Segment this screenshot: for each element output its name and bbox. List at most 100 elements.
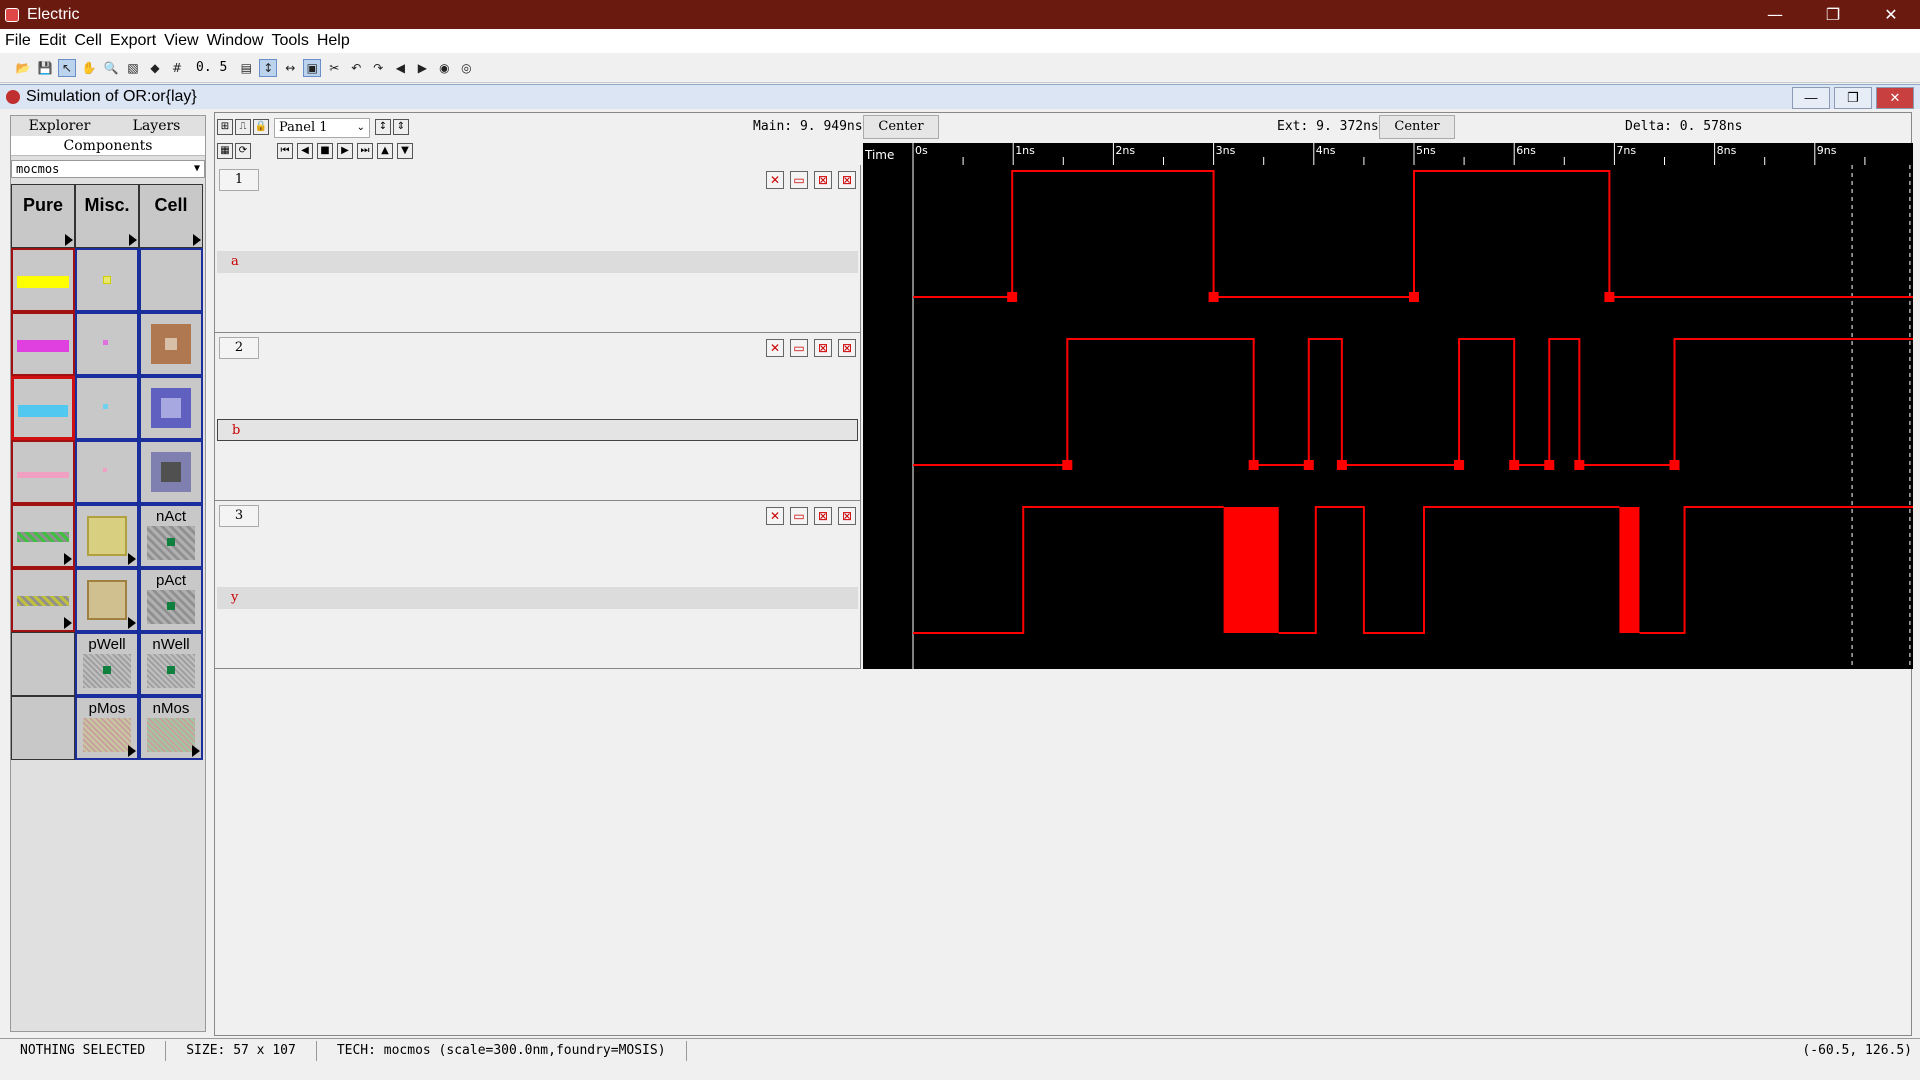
close-panel-icon[interactable]: ✕ (766, 507, 784, 525)
hide-panel-icon[interactable]: ▭ (790, 507, 808, 525)
ndiff-arc[interactable] (11, 504, 75, 568)
misc-menu-button[interactable]: Misc. (75, 184, 139, 248)
metal2-pin[interactable] (75, 312, 139, 376)
panel-number[interactable]: 1 (219, 169, 259, 191)
metal2-arc[interactable] (11, 312, 75, 376)
expand-icon[interactable]: ◉ (435, 59, 453, 77)
nact-node[interactable]: nAct (139, 504, 203, 568)
lock-icon[interactable]: 🔒 (253, 119, 269, 135)
digital-wave-icon[interactable]: ⎍ (235, 119, 251, 135)
grid-scale-value[interactable]: 0. 5 (196, 60, 227, 75)
close-panel-icon[interactable]: ✕ (766, 171, 784, 189)
refresh-icon[interactable]: ⟳ (235, 143, 251, 159)
redo-icon[interactable]: ↷ (369, 59, 387, 77)
pure-menu-button[interactable]: Pure (11, 184, 75, 248)
panel-number[interactable]: 3 (219, 505, 259, 527)
zoom-icon[interactable]: 🔍 (102, 59, 120, 77)
grid-toggle-icon[interactable]: ▦ (217, 143, 233, 159)
metal3-metal4-contact[interactable] (139, 440, 203, 504)
open-library-icon[interactable]: 📂 (14, 59, 32, 77)
back-arrow-icon[interactable]: ◀ (391, 59, 409, 77)
menu-cell[interactable]: Cell (69, 32, 105, 50)
fast-forward-icon[interactable]: ⏭ (357, 143, 373, 159)
minimize-button[interactable]: — (1746, 0, 1804, 29)
waveform-plot-y[interactable] (863, 501, 1913, 669)
remove-signal-icon[interactable]: ⊠ (814, 339, 832, 357)
doc-minimize-button[interactable]: — (1792, 87, 1830, 109)
pwell-node[interactable]: pWell (75, 632, 139, 696)
faster-icon[interactable]: ▼ (397, 143, 413, 159)
unexpand-icon[interactable]: ◎ (457, 59, 475, 77)
nmos-transistor[interactable]: nMos (139, 696, 203, 760)
signal-a[interactable]: a (217, 251, 858, 273)
doc-close-button[interactable]: ✕ (1876, 87, 1914, 109)
remove-signal-icon[interactable]: ⊠ (814, 171, 832, 189)
remove-signal-icon[interactable]: ⊠ (814, 507, 832, 525)
hide-panel-icon[interactable]: ▭ (790, 339, 808, 357)
nwell-node[interactable]: nWell (139, 632, 203, 696)
doc-restore-button[interactable]: ❐ (1834, 87, 1872, 109)
grow-panel-icon[interactable]: ↕ (375, 119, 391, 135)
remove-all-signals-icon[interactable]: ⊠ (838, 507, 856, 525)
center-ext-button[interactable]: Center (1379, 115, 1455, 139)
metal3-pin[interactable] (75, 376, 139, 440)
metal4-arc[interactable] (11, 440, 75, 504)
remove-all-signals-icon[interactable]: ⊠ (838, 339, 856, 357)
close-button[interactable]: ✕ (1862, 0, 1920, 29)
menu-export[interactable]: Export (105, 32, 159, 50)
pan-hand-icon[interactable]: ✋ (80, 59, 98, 77)
slower-icon[interactable]: ▲ (377, 143, 393, 159)
save-icon[interactable]: 💾 (36, 59, 54, 77)
poly-contact[interactable] (75, 504, 139, 568)
play-forward-icon[interactable]: ▶ (337, 143, 353, 159)
pdiff-arc[interactable] (11, 568, 75, 632)
waveform-plot-a[interactable] (863, 165, 1913, 333)
measure-icon[interactable]: ◆ (146, 59, 164, 77)
center-main-button[interactable]: Center (863, 115, 939, 139)
signal-y[interactable]: y (217, 587, 858, 609)
select-area-icon[interactable]: ✂ (325, 59, 343, 77)
hide-panel-icon[interactable]: ▭ (790, 171, 808, 189)
grid-icon[interactable]: # (168, 59, 186, 77)
forward-arrow-icon[interactable]: ▶ (413, 59, 431, 77)
metal1-arc[interactable] (11, 248, 75, 312)
panel-number[interactable]: 2 (219, 337, 259, 359)
metal1-metal2-contact[interactable] (139, 312, 203, 376)
add-panel-icon[interactable]: ⊞ (217, 119, 233, 135)
panel-select[interactable]: Panel 1 ⌄ (274, 118, 370, 138)
menu-file[interactable]: File (0, 32, 34, 50)
metal2-metal3-contact[interactable] (139, 376, 203, 440)
signal-b[interactable]: b (217, 419, 858, 441)
menu-tools[interactable]: Tools (266, 32, 311, 50)
tab-components[interactable]: Components (11, 136, 205, 156)
waveform-plot-b[interactable] (863, 333, 1913, 501)
outline-edit-icon[interactable]: ▧ (124, 59, 142, 77)
restore-button[interactable]: ❐ (1804, 0, 1862, 29)
undo-icon[interactable]: ↶ (347, 59, 365, 77)
close-panel-icon[interactable]: ✕ (766, 339, 784, 357)
metal1-pin[interactable] (75, 248, 139, 312)
select-objects-icon[interactable]: ▣ (303, 58, 322, 77)
select-cursor-icon[interactable]: ↖ (58, 58, 76, 77)
pact-node[interactable]: pAct (139, 568, 203, 632)
half-arrow-icon[interactable]: ↔ (281, 59, 299, 77)
shrink-panel-icon[interactable]: ⇕ (393, 119, 409, 135)
tab-layers[interactable]: Layers (108, 116, 205, 136)
menu-help[interactable]: Help (312, 32, 353, 50)
grid-align-icon[interactable]: ▤ (237, 59, 255, 77)
cell-menu-button[interactable]: Cell (139, 184, 203, 248)
menu-window[interactable]: Window (202, 32, 267, 50)
play-backward-icon[interactable]: ◀ (297, 143, 313, 159)
rewind-icon[interactable]: ⏮ (277, 143, 293, 159)
technology-select[interactable]: mocmos ▼ (11, 160, 205, 178)
full-arrow-icon[interactable]: ↕ (259, 58, 278, 77)
tab-explorer[interactable]: Explorer (11, 116, 108, 136)
remove-all-signals-icon[interactable]: ⊠ (838, 171, 856, 189)
active-contact[interactable] (75, 568, 139, 632)
menu-edit[interactable]: Edit (34, 32, 70, 50)
stop-icon[interactable]: ■ (317, 143, 333, 159)
metal4-pin[interactable] (75, 440, 139, 504)
menu-view[interactable]: View (159, 32, 201, 50)
metal3-arc[interactable] (11, 376, 75, 440)
pmos-transistor[interactable]: pMos (75, 696, 139, 760)
